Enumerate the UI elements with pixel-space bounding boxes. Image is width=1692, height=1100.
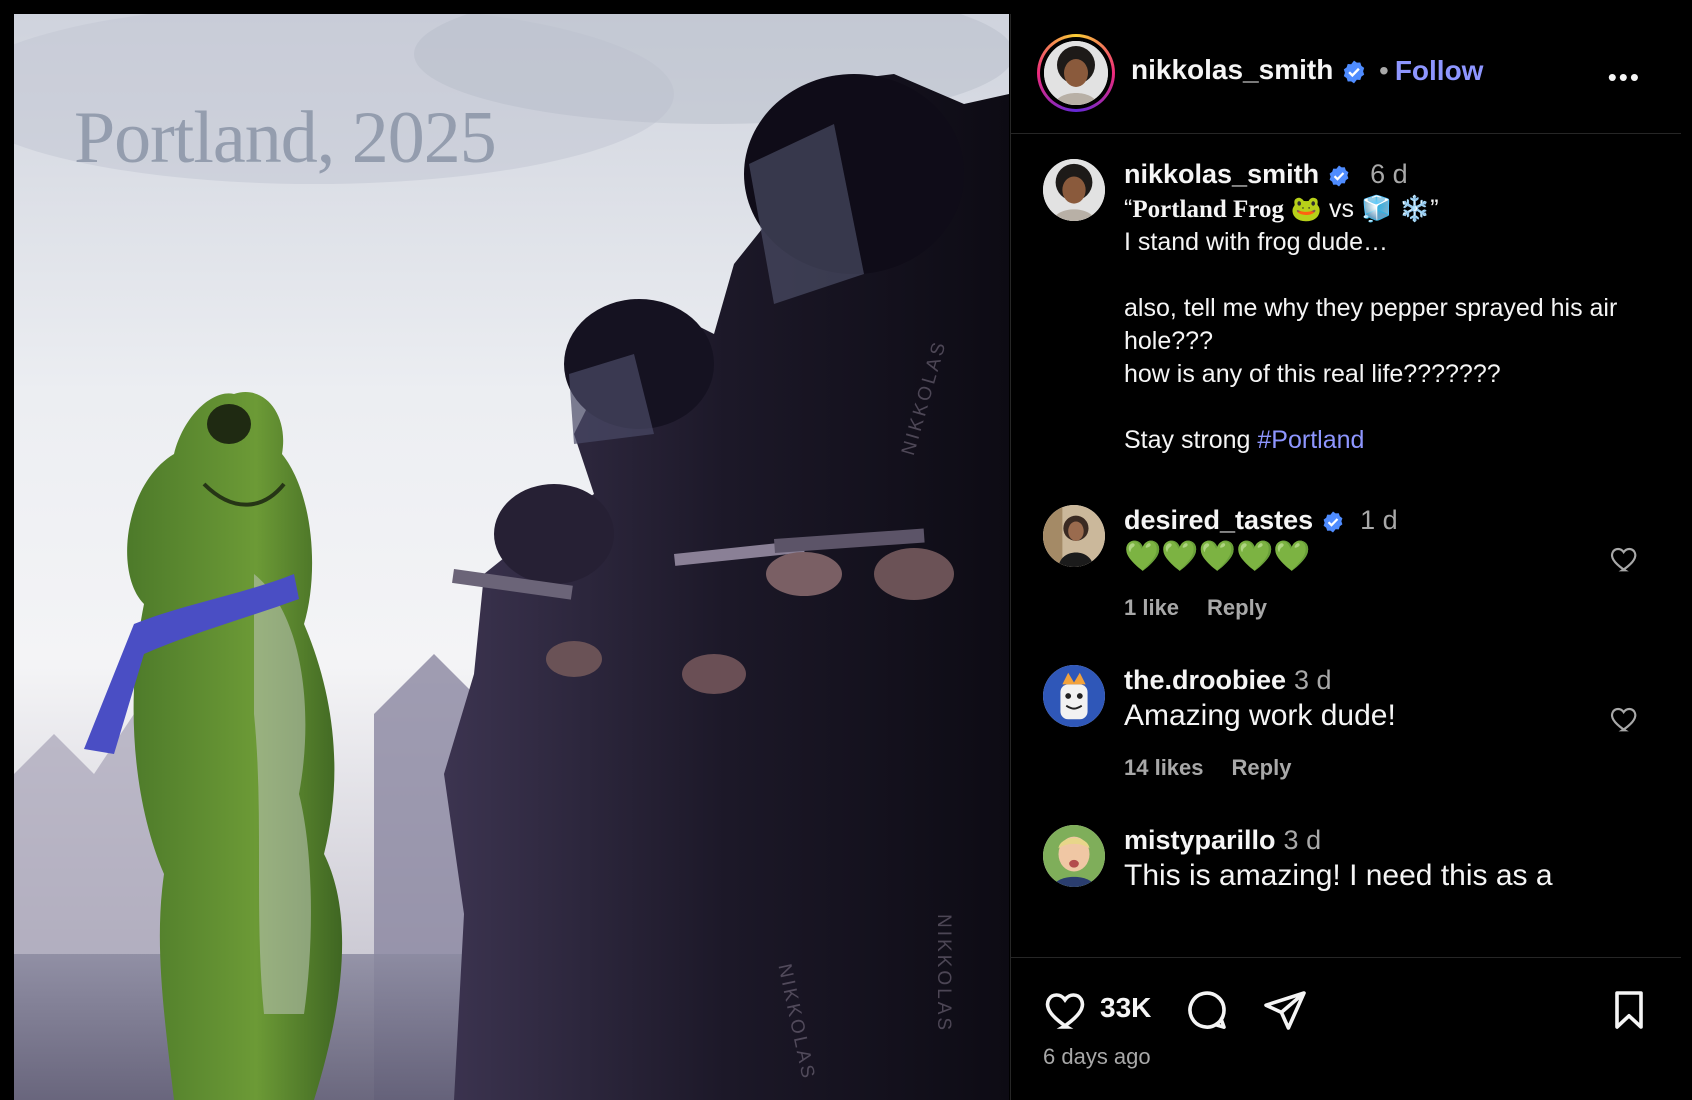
verified-badge-icon: [1343, 60, 1365, 83]
comment-item: mistyparillo 3 d This is amazing! I need …: [1011, 825, 1681, 957]
comment-avatar-image: [1043, 505, 1105, 567]
reply-button[interactable]: Reply: [1232, 755, 1292, 780]
more-options-icon[interactable]: •••: [1608, 62, 1641, 93]
post-date[interactable]: 6 days ago: [1043, 1044, 1151, 1070]
comment-username-text[interactable]: desired_tastes: [1124, 505, 1313, 535]
caption-quote-close: ”: [1430, 195, 1439, 223]
comment-avatar[interactable]: [1043, 825, 1105, 887]
comment-timestamp[interactable]: 3 d: [1284, 825, 1322, 855]
comment-timestamp[interactable]: 1 d: [1360, 505, 1398, 535]
comment-meta: 1 like Reply: [1124, 595, 1295, 621]
author-avatar-image: [1044, 41, 1108, 105]
comment-username-text[interactable]: mistyparillo: [1124, 825, 1276, 855]
comment-meta: 14 likes Reply: [1124, 755, 1319, 781]
frog-emoji: 🐸: [1290, 195, 1323, 223]
caption-text: “Portland Frog 🐸 vs 🧊 ❄️” I stand with f…: [1124, 193, 1644, 457]
like-count[interactable]: 33K: [1100, 992, 1151, 1024]
story-ring[interactable]: [1037, 34, 1115, 112]
comment-username[interactable]: desired_tastes 1 d: [1124, 505, 1398, 536]
follow-button[interactable]: • Follow: [1379, 55, 1483, 87]
caption-username[interactable]: nikkolas_smith 6 d: [1124, 159, 1408, 190]
post-actions-bar: 33K 6 days ago: [1011, 957, 1681, 1100]
comment-like-count[interactable]: 14 likes: [1124, 755, 1204, 780]
comment-like-count[interactable]: 1 like: [1124, 595, 1179, 620]
verified-badge-icon: [1323, 511, 1343, 533]
comment-text: Amazing work dude!: [1124, 699, 1396, 732]
comment-item: the.droobiee 3 d Amazing work dude! 14 li…: [1011, 665, 1681, 825]
caption-author-avatar[interactable]: [1043, 159, 1105, 221]
heart-icon[interactable]: [1043, 986, 1091, 1034]
header-separator: •: [1379, 55, 1389, 86]
header-username-text[interactable]: nikkolas_smith: [1131, 54, 1333, 85]
comment-avatar[interactable]: [1043, 665, 1105, 727]
verified-badge-icon: [1329, 165, 1348, 187]
caption-username-text[interactable]: nikkolas_smith: [1124, 159, 1319, 189]
reply-button[interactable]: Reply: [1207, 595, 1267, 620]
post-side-panel: nikkolas_smith • Follow ••• nikkolas_smi…: [1010, 14, 1681, 1100]
hashtag-link[interactable]: #Portland: [1257, 426, 1364, 454]
comment-avatar-image: [1043, 825, 1105, 887]
instagram-post-window: Portland, 2025 NIKKOLAS NIKKOLAS NIKKOLA…: [0, 0, 1692, 1100]
post-header: nikkolas_smith • Follow •••: [1011, 14, 1681, 134]
caption-avatar-image: [1043, 159, 1105, 221]
bookmark-icon[interactable]: [1605, 986, 1653, 1034]
artwork-title: Portland, 2025: [74, 97, 497, 179]
comment-username[interactable]: the.droobiee 3 d: [1124, 665, 1332, 696]
artwork-watermark: NIKKOLAS: [933, 914, 954, 1034]
author-avatar[interactable]: [1044, 41, 1108, 105]
comment-timestamp[interactable]: 3 d: [1294, 665, 1332, 695]
heart-icon[interactable]: [1609, 543, 1641, 575]
comment-username-text[interactable]: the.droobiee: [1124, 665, 1286, 695]
heart-icon[interactable]: [1609, 703, 1641, 735]
header-username[interactable]: nikkolas_smith: [1131, 54, 1367, 86]
comments-scroll-area[interactable]: nikkolas_smith 6 d “Portland Frog 🐸 vs 🧊…: [1011, 135, 1681, 957]
comment-icon[interactable]: [1183, 986, 1231, 1034]
follow-label[interactable]: Follow: [1395, 55, 1484, 86]
comment-username[interactable]: mistyparillo 3 d: [1124, 825, 1321, 856]
caption-timestamp[interactable]: 6 d: [1370, 159, 1408, 189]
comment-avatar[interactable]: [1043, 505, 1105, 567]
share-icon[interactable]: [1261, 986, 1309, 1034]
window-top-strip: [0, 0, 1692, 12]
caption-vs: vs: [1322, 195, 1361, 223]
snowflake-emoji: ❄️: [1399, 195, 1431, 223]
comment-avatar-image: [1043, 665, 1105, 727]
comment-item: desired_tastes 1 d 💚💚💚💚💚 1 like Reply: [1011, 505, 1681, 665]
comment-text: 💚💚💚💚💚: [1124, 540, 1311, 573]
caption-body-text: I stand with frog dude… also, tell me wh…: [1124, 228, 1618, 454]
post-image[interactable]: Portland, 2025 NIKKOLAS NIKKOLAS NIKKOLA…: [14, 14, 1009, 1100]
caption-title: Portland Frog: [1132, 196, 1284, 223]
ice-emoji: 🧊: [1360, 195, 1393, 223]
comment-text: This is amazing! I need this as a: [1124, 859, 1553, 892]
